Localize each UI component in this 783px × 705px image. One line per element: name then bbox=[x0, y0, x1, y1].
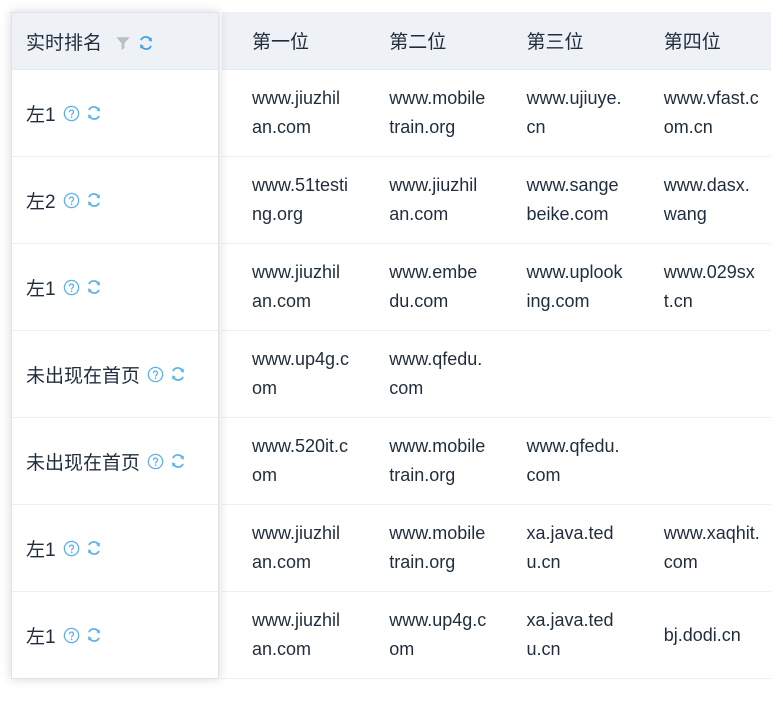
fixed-header-label: 实时排名 bbox=[26, 32, 103, 54]
cell-site: www.jiuzhilan.com bbox=[359, 156, 497, 244]
cell-site: www.up4g.com bbox=[359, 591, 497, 679]
refresh-icon[interactable] bbox=[85, 278, 103, 296]
refresh-icon[interactable] bbox=[85, 539, 103, 557]
help-icon[interactable] bbox=[147, 453, 164, 470]
help-icon[interactable] bbox=[63, 105, 80, 122]
table-row: www.jiuzhilan.com www.mobiletrain.org ww… bbox=[222, 69, 771, 157]
cell-rank: 左1 bbox=[12, 243, 218, 331]
table-row: www.520it.com www.mobiletrain.org www.qf… bbox=[222, 417, 771, 505]
fixed-header-row: 实时排名 bbox=[12, 13, 218, 70]
cell-site: www.jiuzhilan.com bbox=[222, 69, 360, 157]
main-header-row: 第一位 第二位 第三位 第四位 bbox=[222, 12, 771, 70]
column-header-fourth[interactable]: 第四位 bbox=[633, 12, 771, 70]
fixed-row: 左1 bbox=[12, 504, 218, 592]
cell-rank: 未出现在首页 bbox=[12, 330, 218, 418]
header-icon-group bbox=[115, 34, 155, 52]
help-icon[interactable] bbox=[63, 540, 80, 557]
rank-label: 左2 bbox=[26, 191, 56, 213]
cell-rank: 左2 bbox=[12, 156, 218, 244]
fixed-row: 左1 bbox=[12, 243, 218, 331]
fixed-row: 左1 bbox=[12, 592, 218, 679]
cell-site: www.ujiuye.cn bbox=[496, 69, 634, 157]
cell-site: www.jiuzhilan.com bbox=[222, 243, 360, 331]
column-header-realtime-rank[interactable]: 实时排名 bbox=[12, 13, 218, 70]
help-icon[interactable] bbox=[147, 366, 164, 383]
refresh-icon[interactable] bbox=[85, 104, 103, 122]
main-data-table: 第一位 第二位 第三位 第四位 www.jiuzhilan.com www.mo… bbox=[222, 12, 771, 679]
help-icon[interactable] bbox=[63, 192, 80, 209]
rank-label: 左1 bbox=[26, 104, 56, 126]
table-row: www.jiuzhilan.com www.up4g.com xa.java.t… bbox=[222, 591, 771, 679]
cell-site bbox=[633, 330, 771, 418]
fixed-row: 未出现在首页 bbox=[12, 330, 218, 418]
cell-site: www.029sxt.cn bbox=[633, 243, 771, 331]
cell-rank: 未出现在首页 bbox=[12, 417, 218, 505]
cell-site: www.qfedu.com bbox=[496, 417, 634, 505]
cell-site: www.uplooking.com bbox=[496, 243, 634, 331]
cell-site: www.xaqhit.com bbox=[633, 504, 771, 592]
cell-rank: 左1 bbox=[12, 504, 218, 592]
fixed-row: 左2 bbox=[12, 156, 218, 244]
cell-site: xa.java.tedu.cn bbox=[496, 504, 634, 592]
table-row: www.jiuzhilan.com www.embedu.com www.upl… bbox=[222, 243, 771, 331]
cell-site: www.vfast.com.cn bbox=[633, 69, 771, 157]
cell-site: www.mobiletrain.org bbox=[359, 504, 497, 592]
cell-rank: 左1 bbox=[12, 69, 218, 157]
fixed-left-column: 实时排名 左1 左2 左1 未出现在首页 未出现在首页 左1 左1 bbox=[11, 12, 219, 679]
rank-label: 左1 bbox=[26, 626, 56, 648]
cell-site: www.jiuzhilan.com bbox=[222, 504, 360, 592]
ranking-table: 第一位 第二位 第三位 第四位 www.jiuzhilan.com www.mo… bbox=[0, 0, 783, 705]
rank-label: 左1 bbox=[26, 278, 56, 300]
refresh-icon[interactable] bbox=[169, 452, 187, 470]
cell-site bbox=[496, 330, 634, 418]
cell-rank: 左1 bbox=[12, 592, 218, 679]
fixed-column-table: 实时排名 左1 左2 左1 未出现在首页 未出现在首页 左1 左1 bbox=[12, 13, 218, 678]
cell-site: www.jiuzhilan.com bbox=[222, 591, 360, 679]
cell-site: www.qfedu.com bbox=[359, 330, 497, 418]
cell-site: www.dasx.wang bbox=[633, 156, 771, 244]
filter-icon[interactable] bbox=[115, 35, 131, 51]
cell-site: www.sangebeike.com bbox=[496, 156, 634, 244]
cell-site: xa.java.tedu.cn bbox=[496, 591, 634, 679]
help-icon[interactable] bbox=[63, 627, 80, 644]
column-header-third[interactable]: 第三位 bbox=[496, 12, 634, 70]
table-row: www.jiuzhilan.com www.mobiletrain.org xa… bbox=[222, 504, 771, 592]
main-table-body: www.jiuzhilan.com www.mobiletrain.org ww… bbox=[222, 69, 771, 679]
refresh-icon[interactable] bbox=[85, 191, 103, 209]
rank-label: 左1 bbox=[26, 539, 56, 561]
refresh-icon[interactable] bbox=[169, 365, 187, 383]
table-row: www.51testing.org www.jiuzhilan.com www.… bbox=[222, 156, 771, 244]
cell-site bbox=[633, 417, 771, 505]
cell-site: www.up4g.com bbox=[222, 330, 360, 418]
fixed-column-body: 左1 左2 左1 未出现在首页 未出现在首页 左1 左1 bbox=[12, 69, 218, 679]
cell-site: www.520it.com bbox=[222, 417, 360, 505]
cell-site: www.mobiletrain.org bbox=[359, 69, 497, 157]
main-table-head: 第一位 第二位 第三位 第四位 bbox=[222, 12, 771, 70]
cell-site: www.embedu.com bbox=[359, 243, 497, 331]
table-row: www.up4g.com www.qfedu.com bbox=[222, 330, 771, 418]
refresh-icon[interactable] bbox=[85, 626, 103, 644]
fixed-row: 未出现在首页 bbox=[12, 417, 218, 505]
cell-site: www.mobiletrain.org bbox=[359, 417, 497, 505]
column-header-second[interactable]: 第二位 bbox=[359, 12, 497, 70]
rank-label: 未出现在首页 bbox=[26, 452, 141, 474]
fixed-column-head: 实时排名 bbox=[12, 13, 218, 70]
fixed-row: 左1 bbox=[12, 69, 218, 157]
cell-site: www.51testing.org bbox=[222, 156, 360, 244]
rank-label: 未出现在首页 bbox=[26, 365, 141, 387]
refresh-icon[interactable] bbox=[137, 34, 155, 52]
column-header-first[interactable]: 第一位 bbox=[222, 12, 360, 70]
cell-site: bj.dodi.cn bbox=[633, 591, 771, 679]
help-icon[interactable] bbox=[63, 279, 80, 296]
